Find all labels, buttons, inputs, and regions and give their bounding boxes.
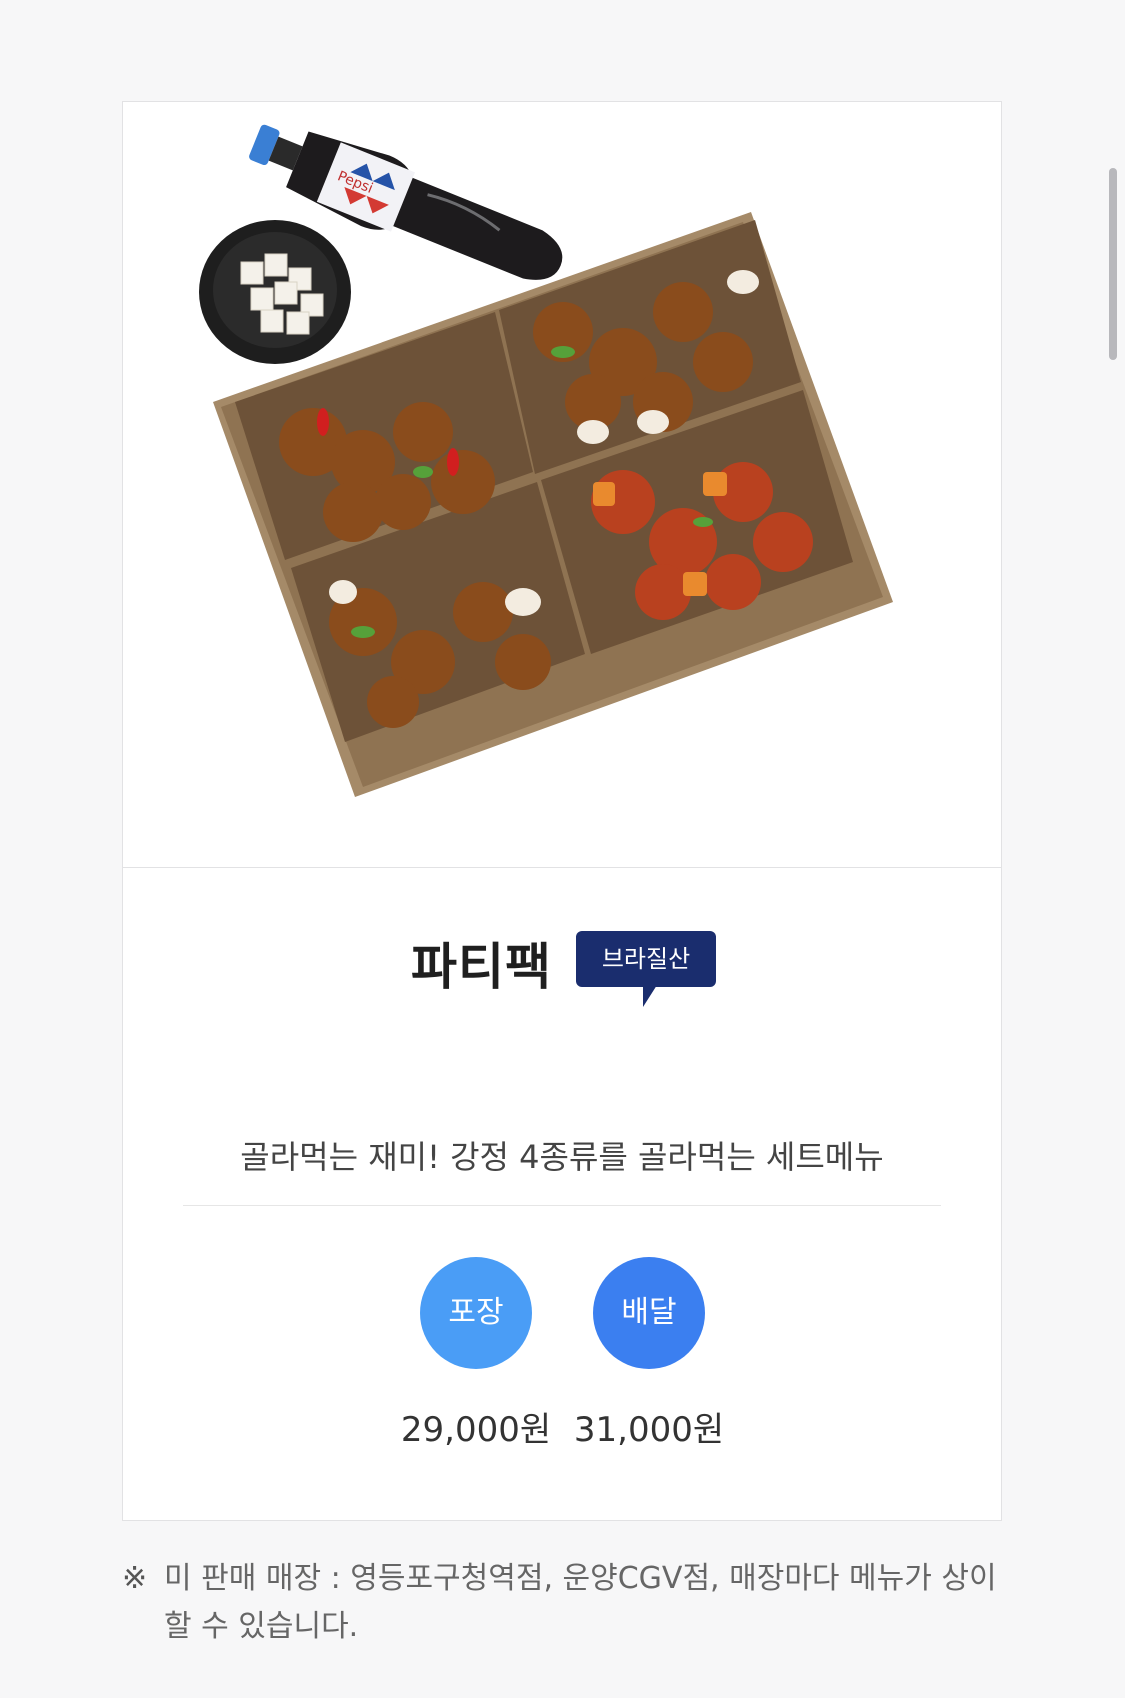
scrollbar[interactable] — [1109, 168, 1117, 360]
store-notice: ※ 미 판매 매장 : 영등포구청역점, 운양CGV점, 매장마다 메뉴가 상이… — [122, 1555, 1002, 1651]
product-title-row: 파티팩 브라질산 — [123, 927, 1001, 1027]
origin-badge-tail — [643, 985, 657, 1007]
pickup-button[interactable]: 포장 — [420, 1257, 532, 1369]
notice-text: 미 판매 매장 : 영등포구청역점, 운양CGV점, 매장마다 메뉴가 상이할 … — [164, 1561, 997, 1644]
pickup-price: 29,000원 — [400, 1410, 552, 1450]
product-card: Pepsi 파티팩 브라질산 골라먹는 재미! 강정 4종류를 골라먹는 세트메… — [122, 101, 1002, 1521]
product-name: 파티팩 — [411, 938, 552, 996]
origin-badge: 브라질산 — [576, 931, 716, 987]
divider — [183, 1205, 941, 1206]
product-description: 골라먹는 재미! 강정 4종류를 골라먹는 세트메뉴 — [240, 1138, 884, 1176]
delivery-price: 31,000원 — [573, 1410, 725, 1450]
notice-mark: ※ — [122, 1561, 148, 1596]
delivery-button[interactable]: 배달 — [593, 1257, 705, 1369]
product-image: Pepsi — [123, 102, 1001, 868]
party-pack-illustration: Pepsi — [199, 124, 893, 797]
